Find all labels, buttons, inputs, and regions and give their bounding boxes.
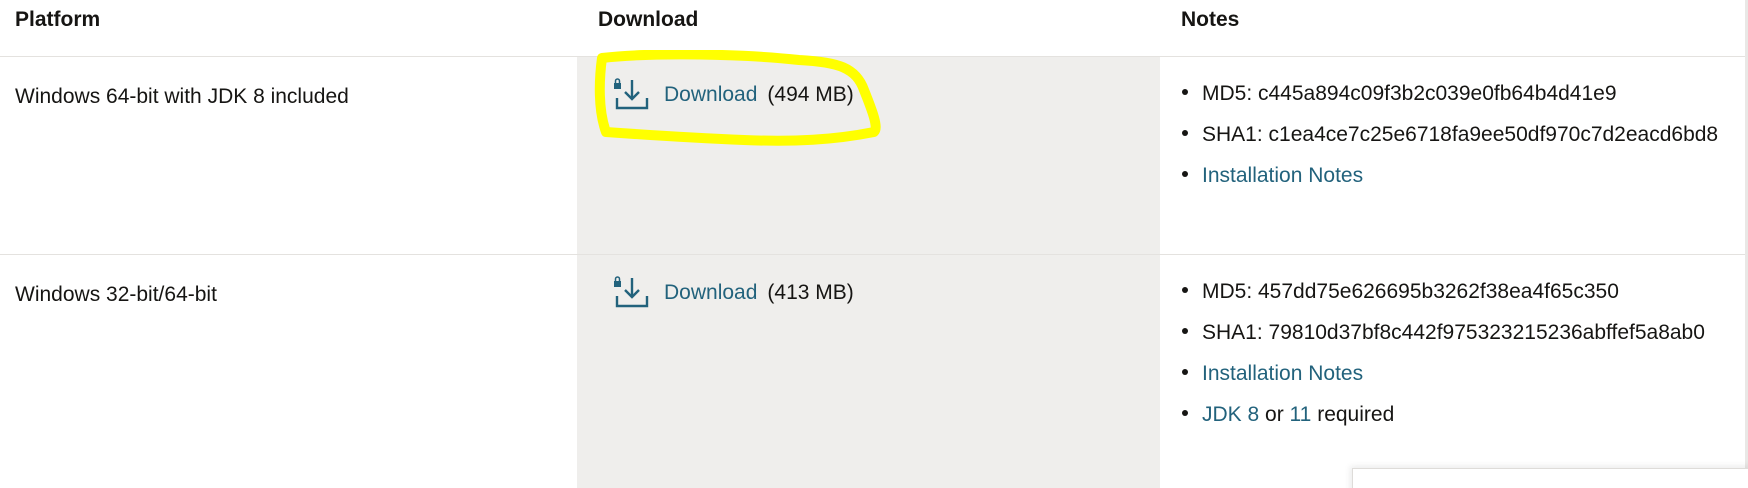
sha1-checksum: SHA1: 79810d37bf8c442f975323215236abffef… (1202, 321, 1705, 344)
table-header: Platform Download Notes (0, 0, 1748, 57)
sha1-checksum: SHA1: c1ea4ce7c25e6718fa9ee50df970c7d2ea… (1202, 123, 1719, 146)
download-lock-icon (614, 78, 649, 110)
list-item: JDK 8 or 11 required (1180, 394, 1705, 435)
jdk11-link[interactable]: 11 (1290, 403, 1312, 426)
requirement-suffix-text: required (1317, 403, 1395, 426)
header-platform: Platform (15, 8, 101, 31)
table-row: Windows 32-bit/64-bit Download (413 MB) … (0, 255, 1748, 488)
installation-notes-link[interactable]: Installation Notes (1202, 164, 1363, 187)
bullet-icon (1182, 287, 1188, 293)
list-item: MD5: 457dd75e626695b3262f38ea4f65c350 (1180, 271, 1705, 312)
notes-list: MD5: 457dd75e626695b3262f38ea4f65c350 SH… (1180, 271, 1705, 435)
md5-checksum: MD5: c445a894c09f3b2c039e0fb64b4d41e9 (1202, 82, 1617, 105)
notes-list: MD5: c445a894c09f3b2c039e0fb64b4d41e9 SH… (1180, 73, 1718, 196)
bullet-icon (1182, 328, 1188, 334)
bullet-icon (1182, 171, 1188, 177)
list-item: MD5: c445a894c09f3b2c039e0fb64b4d41e9 (1180, 73, 1718, 114)
file-size: (494 MB) (767, 83, 854, 106)
list-item: Installation Notes (1180, 353, 1705, 394)
list-item: SHA1: c1ea4ce7c25e6718fa9ee50df970c7d2ea… (1180, 114, 1718, 155)
bullet-icon (1182, 410, 1188, 416)
header-download: Download (598, 8, 699, 31)
download-lock-icon (614, 276, 649, 308)
list-item: Installation Notes (1180, 155, 1718, 196)
installation-notes-link[interactable]: Installation Notes (1202, 362, 1363, 385)
download-page: Platform Download Notes Windows 64-bit w… (0, 0, 1748, 488)
download-link-label[interactable]: Download (664, 83, 757, 107)
download-link[interactable]: Download (413 MB) (614, 275, 854, 311)
file-size: (413 MB) (767, 281, 854, 304)
bullet-icon (1182, 369, 1188, 375)
platform-cell: Windows 32-bit/64-bit (15, 283, 217, 306)
md5-checksum: MD5: 457dd75e626695b3262f38ea4f65c350 (1202, 280, 1619, 303)
header-notes: Notes (1181, 8, 1240, 31)
bullet-icon (1182, 89, 1188, 95)
download-link[interactable]: Download (494 MB) (614, 77, 854, 113)
download-link-label[interactable]: Download (664, 281, 757, 305)
jdk8-link[interactable]: JDK 8 (1202, 403, 1259, 426)
requirement-or-text: or (1265, 403, 1290, 426)
platform-cell: Windows 64-bit with JDK 8 included (15, 85, 349, 108)
overlay-panel-corner (1352, 468, 1748, 488)
bullet-icon (1182, 130, 1188, 136)
table-row: Windows 64-bit with JDK 8 included Downl… (0, 57, 1748, 255)
list-item: SHA1: 79810d37bf8c442f975323215236abffef… (1180, 312, 1705, 353)
